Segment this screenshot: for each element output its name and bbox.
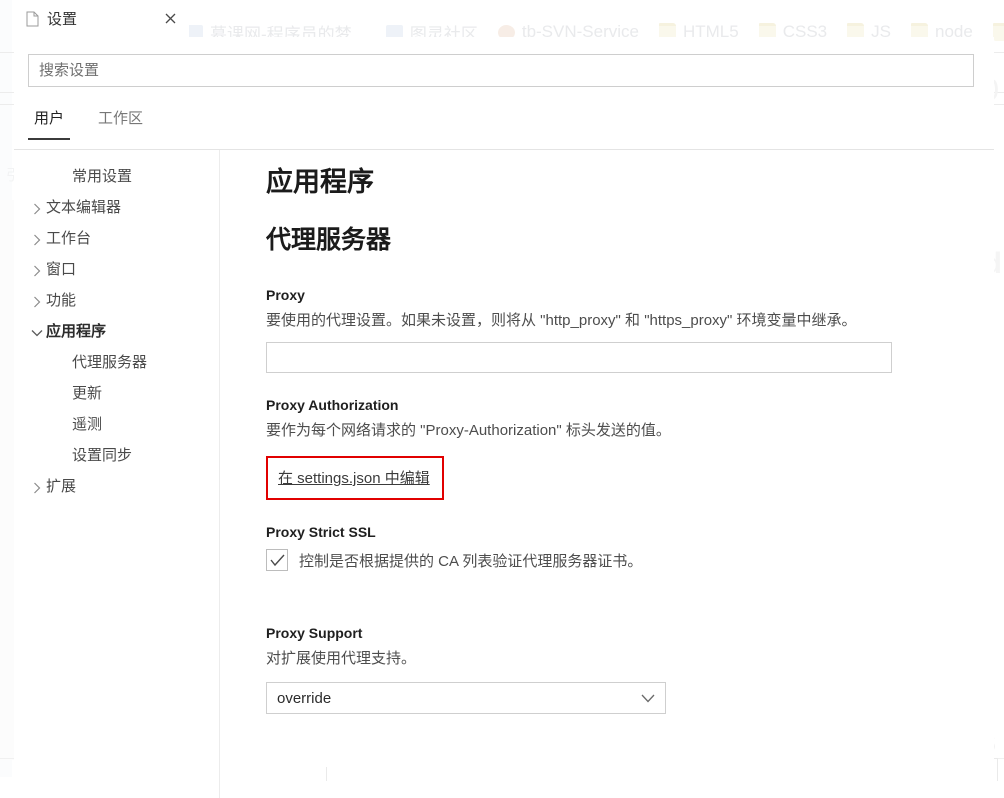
setting-key: Proxy Authorization: [266, 397, 399, 413]
sidebar-item-proxy-server[interactable]: 代理服务器: [28, 347, 218, 378]
sidebar-item-features[interactable]: 功能: [28, 285, 218, 316]
settings-content: 应用程序 代理服务器 Proxy 要使用的代理设置。如果未设置，则将从 "htt…: [266, 159, 966, 714]
setting-description: 要作为每个网络请求的 "Proxy-Authorization" 标头发送的值。: [266, 422, 671, 439]
sidebar-item-workbench[interactable]: 工作台: [28, 223, 218, 254]
page-title: 应用程序: [266, 167, 374, 197]
sidebar-item-common-settings[interactable]: 常用设置: [28, 161, 218, 192]
sidebar-item-telemetry[interactable]: 遥测: [28, 409, 218, 440]
sidebar-item-label: 遥测: [72, 416, 103, 433]
setting-proxy-strict-ssl: Proxy Strict SSL 控制是否根据提供的 CA 列表验证代理服务器证…: [266, 521, 966, 571]
setting-proxy: Proxy 要使用的代理设置。如果未设置，则将从 "http_proxy" 和 …: [266, 284, 966, 373]
folder-icon: [992, 23, 1004, 41]
background-left-strip: [0, 0, 12, 777]
settings-scope-tabs: 用户 工作区: [28, 107, 149, 140]
editor-tab-label: 设置: [47, 11, 78, 28]
sidebar-item-window[interactable]: 窗口: [28, 254, 218, 285]
sidebar-item-settings-sync[interactable]: 设置同步: [28, 440, 218, 471]
sidebar-item-label: 应用程序: [46, 323, 107, 340]
settings-window: 设置 用户 工作区 常用设置 文本编辑器: [14, 0, 994, 798]
setting-key: Proxy Strict SSL: [266, 524, 376, 540]
chevron-right-icon: [28, 192, 46, 223]
chevron-right-icon: [28, 254, 46, 285]
chevron-down-icon: [28, 316, 46, 347]
proxy-strict-ssl-checkbox[interactable]: [266, 549, 288, 571]
checkbox-row: 控制是否根据提供的 CA 列表验证代理服务器证书。: [266, 549, 966, 571]
search-input[interactable]: [28, 54, 974, 87]
sidebar-item-extensions[interactable]: 扩展: [28, 471, 218, 502]
sidebar-item-application[interactable]: 应用程序: [28, 316, 218, 347]
chevron-down-icon: [641, 694, 655, 703]
editor-tab-strip: 设置: [14, 0, 189, 37]
sidebar-item-label: 代理服务器: [72, 354, 148, 371]
chevron-right-icon: [28, 223, 46, 254]
sidebar-item-label: 常用设置: [72, 168, 133, 185]
proxy-support-select[interactable]: override: [266, 682, 666, 714]
background-bookmark-item: Less: [992, 22, 1004, 42]
sidebar-item-label: 窗口: [46, 261, 77, 278]
sidebar-item-label: 设置同步: [72, 447, 133, 464]
sidebar-item-text-editor[interactable]: 文本编辑器: [28, 192, 218, 223]
setting-description: 要使用的代理设置。如果未设置，则将从 "http_proxy" 和 "https…: [266, 312, 857, 329]
chevron-right-icon: [28, 471, 46, 502]
settings-tree: 常用设置 文本编辑器 工作台 窗口 功能 应用程序 代理服务器 更新 遥测 设置…: [28, 161, 218, 502]
setting-key: Proxy Support: [266, 625, 363, 641]
setting-description: 对扩展使用代理支持。: [266, 650, 417, 667]
close-icon[interactable]: [161, 10, 179, 28]
chevron-right-icon: [28, 285, 46, 316]
sidebar-item-label: 工作台: [46, 230, 92, 247]
tab-user[interactable]: 用户: [28, 107, 71, 140]
sidebar-item-label: 更新: [72, 385, 103, 402]
proxy-input[interactable]: [266, 342, 892, 373]
setting-proxy-authorization: Proxy Authorization 要作为每个网络请求的 "Proxy-Au…: [266, 394, 966, 500]
sidebar-item-label: 文本编辑器: [46, 199, 122, 216]
sidebar-item-update[interactable]: 更新: [28, 378, 218, 409]
setting-key: Proxy: [266, 287, 305, 303]
setting-proxy-support: Proxy Support 对扩展使用代理支持。 override: [266, 622, 966, 714]
document-icon: [26, 11, 39, 27]
edit-in-settings-json-link[interactable]: 在 settings.json 中编辑: [278, 470, 430, 487]
sidebar-item-label: 扩展: [46, 478, 77, 495]
settings-search-row: [14, 54, 994, 88]
background-scrollbar-thumb: [0, 490, 10, 542]
settings-panel: 用户 工作区 常用设置 文本编辑器 工作台 窗口 功能: [14, 37, 994, 798]
highlight-box: 在 settings.json 中编辑: [266, 456, 444, 500]
section-title-proxy: 代理服务器: [266, 226, 392, 254]
editor-tab-settings[interactable]: 设置: [14, 0, 189, 37]
setting-description: 控制是否根据提供的 CA 列表验证代理服务器证书。: [299, 552, 643, 570]
settings-header-divider: [14, 149, 994, 150]
sidebar-item-label: 功能: [46, 292, 77, 309]
proxy-support-value: override: [277, 689, 332, 707]
settings-tree-divider: [219, 150, 220, 798]
tab-workspace[interactable]: 工作区: [92, 107, 149, 140]
